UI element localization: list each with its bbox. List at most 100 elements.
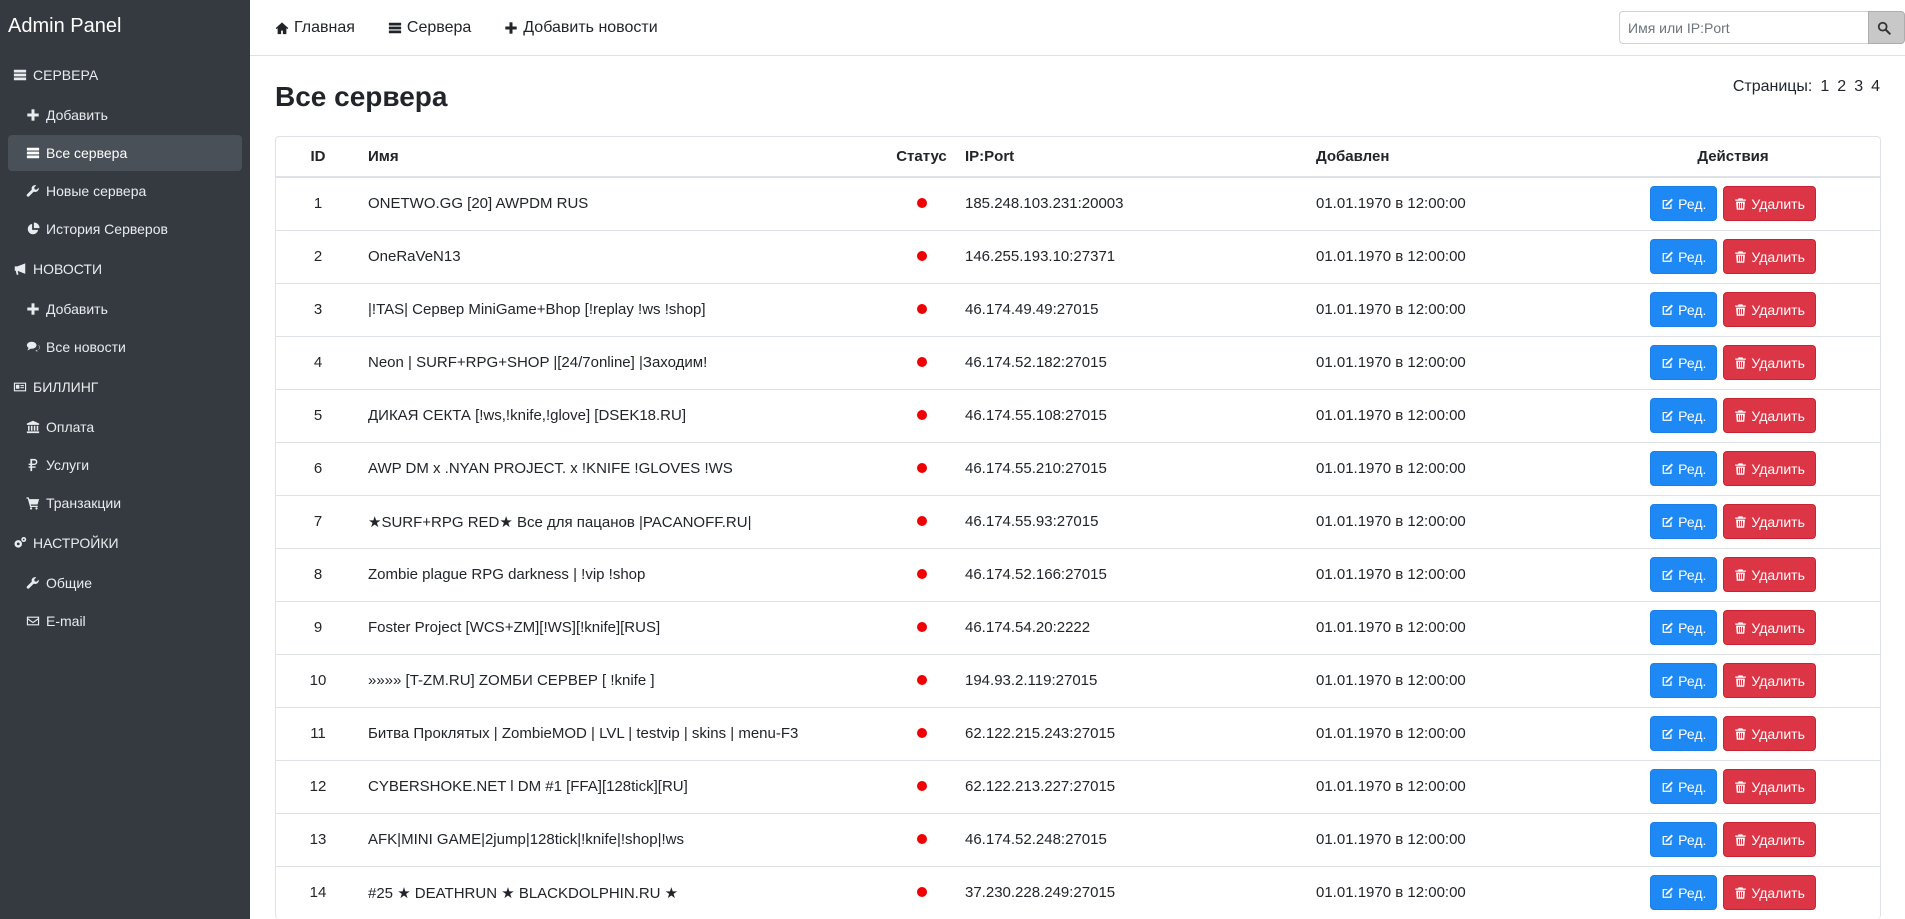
sidebar-item-1-1[interactable]: Все новости: [8, 329, 242, 365]
delete-button-label: Удалить: [1751, 884, 1805, 901]
cell-name: ONETWO.GG [20] AWPDM RUS: [368, 195, 589, 213]
sidebar-item-3-1[interactable]: E-mail: [8, 603, 242, 639]
delete-button-label: Удалить: [1751, 301, 1805, 318]
cell-id: 6: [276, 441, 360, 495]
sidebar-item-label: Оплата: [46, 419, 95, 435]
server-icon: [12, 67, 28, 83]
sidebar-section-label: НОВОСТИ: [33, 261, 103, 277]
delete-button[interactable]: Удалить: [1723, 769, 1816, 804]
edit-button[interactable]: Ред.: [1650, 186, 1718, 222]
sidebar-item-3-0[interactable]: Общие: [8, 565, 242, 601]
table-row: 4 Neon | SURF+RPG+SHOP |[24/7online] |Зах…: [276, 335, 1880, 389]
sidebar-item-0-3[interactable]: История Серверов: [8, 211, 242, 247]
edit-icon: [1661, 620, 1674, 636]
delete-button[interactable]: Удалить: [1723, 186, 1816, 222]
cell-actions: Ред. Удалить: [1586, 653, 1880, 707]
delete-button[interactable]: Удалить: [1723, 663, 1816, 698]
home-icon: [274, 20, 290, 36]
sidebar-item-1-0[interactable]: Добавить: [8, 291, 242, 327]
delete-button[interactable]: Удалить: [1723, 822, 1816, 857]
edit-button[interactable]: Ред.: [1650, 451, 1718, 486]
table-row: 1 ONETWO.GG [20] AWPDM RUS 185.248.103.231…: [276, 177, 1880, 230]
edit-button[interactable]: Ред.: [1650, 239, 1718, 274]
cell-status: [886, 865, 957, 919]
delete-button[interactable]: Удалить: [1723, 557, 1816, 592]
sidebar-item-0-0[interactable]: Добавить: [8, 97, 242, 133]
cell-ip: 146.255.193.10:27371: [957, 229, 1308, 283]
sidebar-item-0-1[interactable]: Все сервера: [8, 135, 242, 171]
table-body: 1 ONETWO.GG [20] AWPDM RUS 185.248.103.231…: [276, 177, 1880, 919]
cell-status: [886, 706, 957, 760]
cell-actions: Ред. Удалить: [1586, 812, 1880, 866]
cell-id: 3: [276, 282, 360, 336]
delete-button[interactable]: Удалить: [1723, 292, 1816, 327]
edit-button[interactable]: Ред.: [1650, 398, 1718, 433]
edit-button[interactable]: Ред.: [1650, 345, 1718, 380]
sidebar-item-2-0[interactable]: Оплата: [8, 409, 242, 445]
cell-name: Foster Project [WCS+ZM][!WS][!knife][RUS…: [360, 600, 886, 654]
page-link-4[interactable]: 4: [1871, 78, 1880, 96]
edit-button[interactable]: Ред.: [1650, 716, 1718, 751]
ruble-icon: [25, 457, 41, 473]
page-link-1[interactable]: 1: [1820, 78, 1829, 96]
top-nav-link-1[interactable]: Сервера: [387, 19, 471, 37]
edit-button[interactable]: Ред.: [1650, 292, 1718, 327]
trash-icon: [1734, 196, 1747, 212]
cell-actions: Ред. Удалить: [1586, 600, 1880, 654]
status-offline-dot: [916, 569, 927, 579]
edit-button[interactable]: Ред.: [1650, 822, 1718, 857]
cell-ip: 62.122.213.227:27015: [957, 759, 1308, 813]
delete-button[interactable]: Удалить: [1723, 610, 1816, 645]
delete-button[interactable]: Удалить: [1723, 345, 1816, 380]
edit-button[interactable]: Ред.: [1650, 557, 1718, 592]
edit-icon: [1661, 885, 1674, 901]
edit-button-label: Ред.: [1678, 248, 1707, 265]
sidebar-item-label: Общие: [46, 575, 93, 591]
top-nav-link-0[interactable]: Главная: [274, 19, 355, 37]
delete-button[interactable]: Удалить: [1723, 716, 1816, 751]
table-row: 12 CYBERSHOKE.NET l DM #1 [FFA][128tick][…: [276, 759, 1880, 813]
page-link-2[interactable]: 2: [1837, 78, 1846, 96]
edit-button[interactable]: Ред.: [1650, 769, 1718, 804]
pie-chart-icon: [25, 221, 41, 237]
cell-added: 01.01.1970 в 12:00:00: [1308, 600, 1586, 654]
sidebar-item-label: E-mail: [46, 613, 86, 629]
cell-ip: 46.174.54.20:2222: [957, 600, 1308, 654]
sidebar-section-label: СЕРВЕРА: [33, 67, 99, 83]
sidebar-item-2-1[interactable]: Услуги: [8, 447, 242, 483]
page-link-3[interactable]: 3: [1854, 78, 1863, 96]
table-row: 14 #25 ★ DEATHRUN ★ BLACKDOLPHIN.RU ★ 37.2…: [276, 865, 1880, 919]
delete-button[interactable]: Удалить: [1723, 398, 1816, 433]
sidebar-item-label: Услуги: [46, 457, 90, 473]
sidebar-item-0-2[interactable]: Новые сервера: [8, 173, 242, 209]
cell-name: Neon | SURF+RPG+SHOP |[24/7online] |Захо…: [360, 335, 886, 389]
cell-name: ДИКАЯ СЕКТА [!ws,!knife,!glove] [DSEK18.…: [360, 388, 886, 442]
top-nav-link-label: Главная: [294, 19, 355, 36]
edit-button[interactable]: Ред.: [1650, 504, 1718, 539]
delete-button[interactable]: Удалить: [1723, 504, 1816, 539]
search-button[interactable]: [1868, 11, 1905, 44]
delete-button-label: Удалить: [1751, 831, 1805, 848]
sidebar-item-2-2[interactable]: Транзакции: [8, 485, 242, 521]
cell-ip: 46.174.55.108:27015: [957, 388, 1308, 442]
edit-button[interactable]: Ред.: [1650, 610, 1718, 645]
sidebar-item-label: Все сервера: [46, 145, 128, 161]
delete-button[interactable]: Удалить: [1723, 875, 1816, 911]
status-offline-dot: [916, 516, 927, 526]
brand-title[interactable]: Admin Panel: [0, 0, 250, 55]
cogs-icon: [12, 535, 28, 551]
edit-button[interactable]: Ред.: [1650, 663, 1718, 698]
delete-button[interactable]: Удалить: [1723, 239, 1816, 274]
delete-button[interactable]: Удалить: [1723, 451, 1816, 486]
plus-icon: [25, 301, 41, 317]
cell-ip: 46.174.52.166:27015: [957, 547, 1308, 601]
edit-icon: [1661, 567, 1674, 583]
edit-button[interactable]: Ред.: [1650, 875, 1718, 911]
cell-added: 01.01.1970 в 12:00:00: [1308, 759, 1586, 813]
cell-actions: Ред. Удалить: [1586, 441, 1880, 495]
top-nav-link-2[interactable]: Добавить новости: [503, 19, 658, 37]
search-input[interactable]: [1619, 11, 1868, 44]
cell-actions: Ред. Удалить: [1586, 335, 1880, 389]
cell-added: 01.01.1970 в 12:00:00: [1308, 653, 1586, 707]
top-nav-link-label: Добавить новости: [523, 19, 658, 36]
